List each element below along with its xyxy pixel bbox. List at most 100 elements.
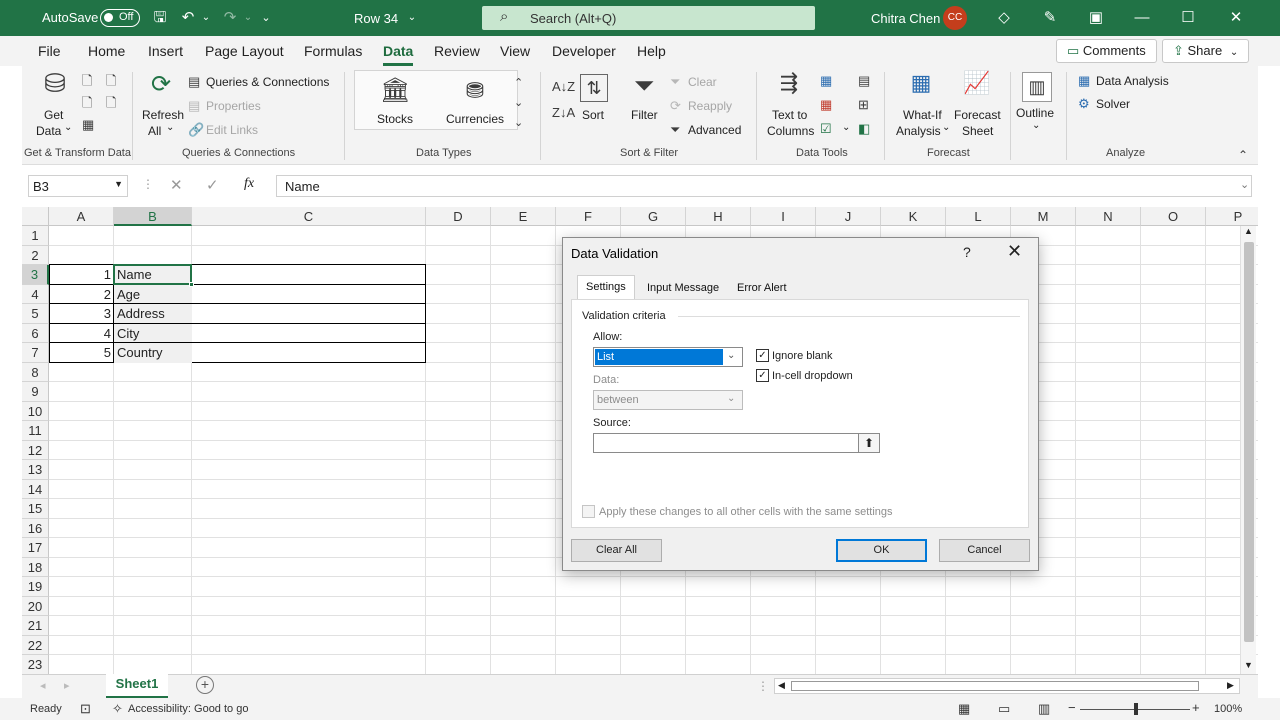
column-header-a[interactable]: A bbox=[49, 207, 114, 226]
ribbon-display-icon[interactable]: ▣ bbox=[1086, 8, 1106, 28]
vertical-scrollbar[interactable]: ▲ ▼ bbox=[1240, 226, 1256, 674]
column-header-f[interactable]: F bbox=[556, 207, 621, 226]
ok-button[interactable]: OK bbox=[836, 539, 927, 562]
zoom-slider-thumb[interactable] bbox=[1134, 703, 1138, 715]
column-header-d[interactable]: D bbox=[426, 207, 491, 226]
row-header-15[interactable]: 15 bbox=[22, 499, 49, 519]
collapse-range-icon[interactable]: ⬆ bbox=[858, 433, 880, 453]
reapply-button[interactable]: Reapply bbox=[688, 99, 732, 113]
normal-view-icon[interactable]: ▦ bbox=[958, 701, 970, 717]
scroll-up-icon[interactable]: ▲ bbox=[1244, 226, 1253, 236]
advanced-button[interactable]: Advanced bbox=[688, 123, 741, 137]
page-break-view-icon[interactable]: ▥ bbox=[1038, 701, 1050, 717]
sort-a-z-icon[interactable]: A↓Z bbox=[552, 80, 575, 94]
tab-insert[interactable]: Insert bbox=[148, 43, 183, 59]
manage-data-model-icon[interactable]: ◧ bbox=[858, 122, 870, 136]
column-header-o[interactable]: O bbox=[1141, 207, 1206, 226]
clear-all-button[interactable]: Clear All bbox=[571, 539, 662, 562]
row-header-2[interactable]: 2 bbox=[22, 245, 49, 265]
column-header-n[interactable]: N bbox=[1076, 207, 1141, 226]
tab-home[interactable]: Home bbox=[88, 43, 125, 59]
row-header-10[interactable]: 10 bbox=[22, 401, 49, 421]
document-title[interactable]: Row 34 bbox=[354, 11, 398, 26]
solver-button[interactable]: Solver bbox=[1096, 97, 1130, 111]
in-cell-dropdown-checkbox[interactable]: ✓ bbox=[756, 369, 769, 382]
customize-toolbar-icon[interactable]: ⌄ bbox=[256, 8, 276, 28]
prev-sheet-icon[interactable]: ◂ bbox=[40, 679, 46, 692]
ignore-blank-checkbox[interactable]: ✓ bbox=[756, 349, 769, 362]
row-header-23[interactable]: 23 bbox=[22, 655, 49, 674]
relationships-icon[interactable]: ⊞ bbox=[858, 98, 869, 112]
row-header-12[interactable]: 12 bbox=[22, 440, 49, 460]
undo-dropdown-icon[interactable]: ⌄ bbox=[196, 8, 216, 28]
source-input[interactable] bbox=[593, 433, 879, 453]
row-header-22[interactable]: 22 bbox=[22, 635, 49, 655]
from-table-icon[interactable]: 🗋 bbox=[82, 96, 92, 110]
row-header-5[interactable]: 5 bbox=[22, 304, 49, 324]
row-header-9[interactable]: 9 bbox=[22, 382, 49, 402]
column-header-l[interactable]: L bbox=[946, 207, 1011, 226]
row-header-18[interactable]: 18 bbox=[22, 557, 49, 577]
row-header-13[interactable]: 13 bbox=[22, 460, 49, 480]
row-header-4[interactable]: 4 bbox=[22, 284, 49, 304]
save-icon[interactable]: 🖫 bbox=[150, 8, 170, 28]
horizontal-scroll-thumb[interactable] bbox=[791, 681, 1199, 691]
avatar[interactable]: CC bbox=[943, 6, 967, 30]
row-header-1[interactable]: 1 bbox=[22, 226, 49, 246]
gallery-more-icon[interactable]: ⌄ bbox=[514, 116, 523, 130]
tab-formulas[interactable]: Formulas bbox=[304, 43, 362, 59]
cell-b7[interactable]: Country bbox=[114, 343, 192, 363]
scroll-left-icon[interactable]: ◀ bbox=[778, 680, 785, 691]
row-header-21[interactable]: 21 bbox=[22, 616, 49, 636]
from-web-icon[interactable]: 🗋 bbox=[106, 74, 116, 88]
row-header-8[interactable]: 8 bbox=[22, 362, 49, 382]
from-text-icon[interactable]: 🗋 bbox=[82, 74, 92, 88]
gallery-up-icon[interactable]: ⌃ bbox=[514, 76, 523, 90]
queries-connections-button[interactable]: Queries & Connections bbox=[206, 75, 329, 89]
zoom-out-button[interactable]: − bbox=[1068, 700, 1076, 715]
row-header-19[interactable]: 19 bbox=[22, 577, 49, 597]
cancel-button[interactable]: Cancel bbox=[939, 539, 1030, 562]
horizontal-scrollbar[interactable]: ◀ ▶ bbox=[774, 678, 1240, 694]
tab-help[interactable]: Help bbox=[637, 43, 666, 59]
maximize-icon[interactable]: ☐ bbox=[1178, 8, 1198, 28]
tab-view[interactable]: View bbox=[500, 43, 530, 59]
row-header-14[interactable]: 14 bbox=[22, 479, 49, 499]
row-header-7[interactable]: 7 bbox=[22, 343, 49, 363]
macro-recording-icon[interactable]: ⊡ bbox=[80, 701, 91, 717]
existing-connections-icon[interactable]: ▦ bbox=[82, 118, 94, 132]
formula-input[interactable]: Name bbox=[276, 175, 1252, 197]
row-header-16[interactable]: 16 bbox=[22, 518, 49, 538]
page-layout-view-icon[interactable]: ▭ bbox=[998, 701, 1010, 717]
remove-duplicates-icon[interactable]: ▦ bbox=[820, 98, 832, 112]
row-header-20[interactable]: 20 bbox=[22, 596, 49, 616]
collapse-ribbon-icon[interactable]: ⌃ bbox=[1238, 148, 1248, 162]
cell-b5[interactable]: Address bbox=[114, 304, 192, 324]
column-header-j[interactable]: J bbox=[816, 207, 881, 226]
share-button[interactable]: ⇪ Share ⌄ bbox=[1162, 39, 1250, 63]
column-header-e[interactable]: E bbox=[491, 207, 556, 226]
redo-icon[interactable]: ↷ bbox=[220, 8, 240, 28]
tab-split-grip-icon[interactable]: ⋮ bbox=[757, 679, 769, 693]
pen-icon[interactable]: ✎ bbox=[1040, 8, 1060, 28]
tab-settings[interactable]: Settings bbox=[577, 275, 635, 300]
column-header-b[interactable]: B bbox=[114, 207, 192, 226]
allow-select[interactable]: List ⌄ bbox=[593, 347, 743, 367]
name-box[interactable]: B3 ▼ bbox=[28, 175, 128, 197]
clear-button[interactable]: Clear bbox=[688, 75, 717, 89]
redo-dropdown-icon[interactable]: ⌄ bbox=[238, 8, 258, 28]
cell-a7[interactable]: 5 bbox=[49, 343, 114, 363]
insert-function-button[interactable]: fx bbox=[244, 176, 254, 192]
search-box[interactable]: ⌕ Search (Alt+Q) bbox=[482, 6, 815, 30]
zoom-in-button[interactable]: + bbox=[1192, 700, 1200, 715]
cancel-formula-icon[interactable]: ✕ bbox=[170, 176, 183, 194]
comments-button[interactable]: ▭ Comments bbox=[1056, 39, 1157, 63]
minimize-icon[interactable]: — bbox=[1132, 8, 1152, 28]
data-validation-icon[interactable]: ☑ bbox=[820, 122, 832, 136]
tab-developer[interactable]: Developer bbox=[552, 43, 616, 59]
cell-b6[interactable]: City bbox=[114, 323, 192, 343]
accessibility-icon[interactable]: ✧ bbox=[112, 701, 123, 717]
row-header-3[interactable]: 3 bbox=[22, 265, 49, 285]
close-icon[interactable]: ✕ bbox=[1007, 241, 1022, 262]
close-window-icon[interactable]: ✕ bbox=[1226, 8, 1246, 28]
